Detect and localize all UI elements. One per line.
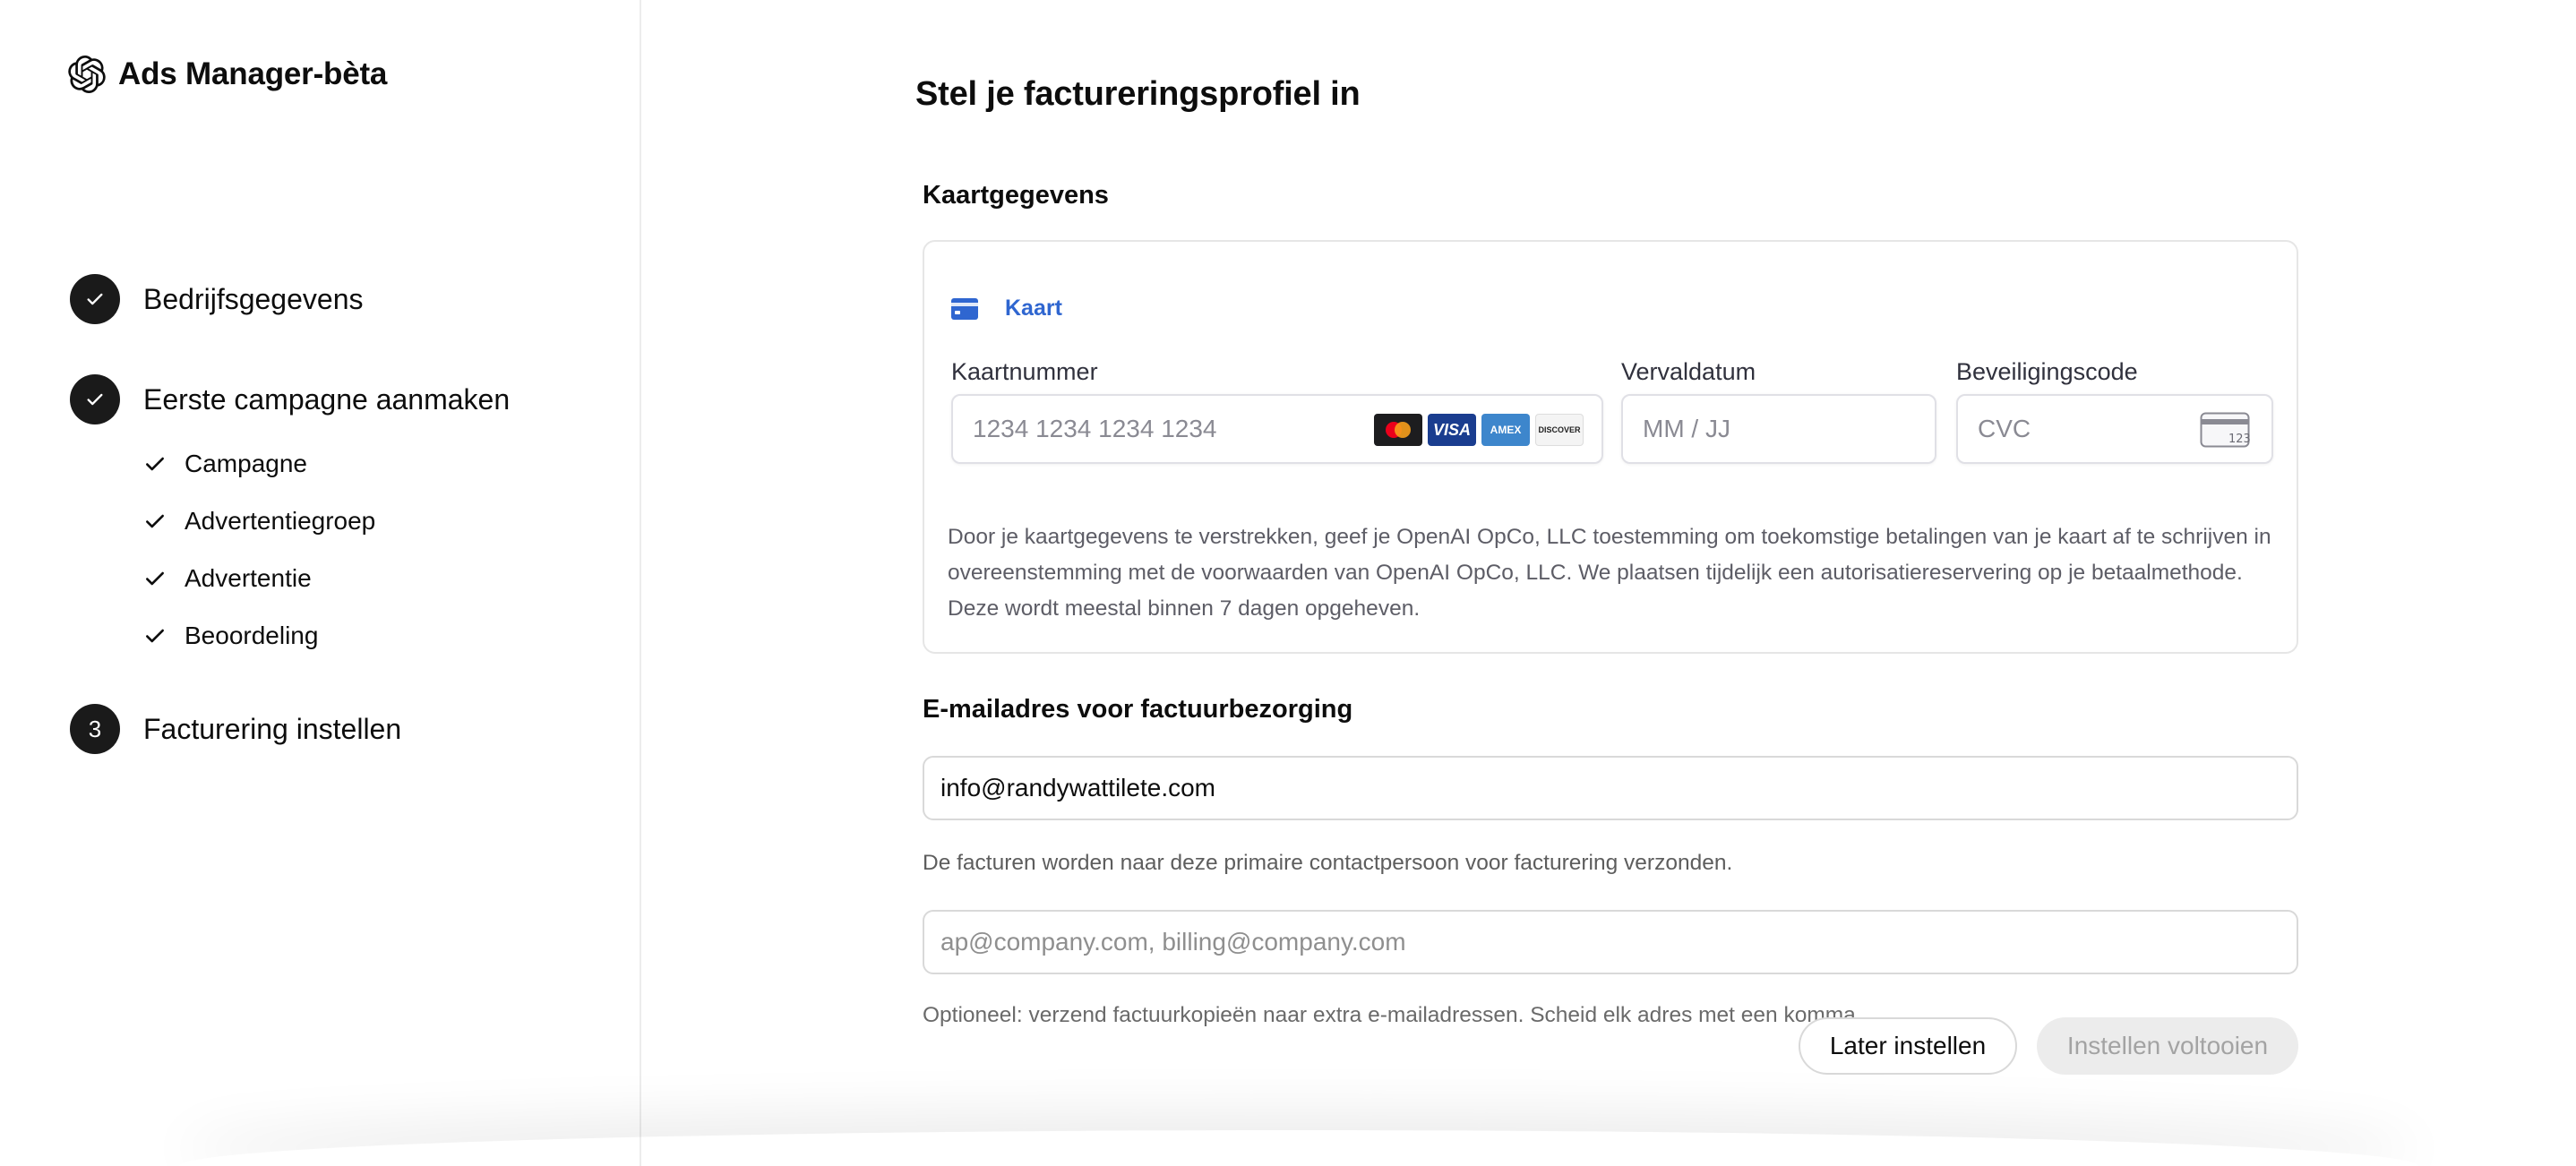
brand: Ads Manager-bèta	[68, 56, 387, 93]
openai-logo-icon	[68, 56, 106, 93]
step-complete-check-icon	[70, 374, 120, 424]
amex-icon: AMEX	[1481, 414, 1530, 446]
check-icon	[146, 629, 164, 643]
extra-emails-placeholder: ap@company.com, billing@company.com	[940, 928, 1406, 956]
step-complete-check-icon	[70, 274, 120, 324]
step-eerste-campagne[interactable]: Eerste campagne aanmaken	[70, 374, 510, 424]
discover-icon: DISCOVER	[1535, 414, 1584, 446]
check-icon	[146, 571, 164, 586]
substep-beoordeling[interactable]: Beoordeling	[143, 622, 318, 650]
step-bedrijfsgegevens[interactable]: Bedrijfsgegevens	[70, 274, 363, 324]
visa-icon: VISA	[1428, 414, 1476, 446]
billing-email-value: info@randywattilete.com	[940, 774, 1216, 802]
expiry-label: Vervaldatum	[1621, 358, 1756, 385]
credit-card-icon	[951, 297, 978, 320]
expiry-placeholder: MM / JJ	[1643, 415, 1730, 442]
billing-email-input[interactable]: info@randywattilete.com	[923, 756, 2298, 820]
cvc-card-icon: 123	[2200, 412, 2250, 448]
substep-advertentie[interactable]: Advertentie	[143, 564, 312, 593]
email-section-title: E-mailadres voor factuurbezorging	[923, 695, 1353, 724]
card-number-placeholder: 1234 1234 1234 1234	[973, 415, 1217, 442]
cvc-icon-text: 123	[2228, 433, 2250, 446]
expiry-input[interactable]: MM / JJ	[1621, 394, 1936, 464]
step-number: 3	[70, 704, 120, 754]
cvc-label: Beveiligingscode	[1956, 358, 2138, 385]
substep-label: Campagne	[185, 450, 307, 477]
later-button[interactable]: Later instellen	[1799, 1017, 2017, 1075]
check-icon	[146, 457, 164, 471]
substep-advertentiegroep[interactable]: Advertentiegroep	[143, 507, 375, 536]
substep-campagne[interactable]: Campagne	[143, 450, 307, 478]
step-facturering[interactable]: 3 Facturering instellen	[70, 704, 401, 754]
check-icon	[146, 514, 164, 528]
tab-card[interactable]: Kaart	[951, 296, 1062, 322]
extra-emails-helper: Optioneel: verzend factuurkopieën naar e…	[923, 1003, 1862, 1027]
app-title: Ads Manager-bèta	[118, 56, 388, 91]
billing-email-helper: De facturen worden naar deze primaire co…	[923, 851, 1733, 875]
finish-setup-button[interactable]: Instellen voltooien	[2037, 1017, 2298, 1075]
substep-label: Advertentiegroep	[185, 507, 376, 535]
main-content: Stel je factureringsprofiel in Kaartgege…	[643, 0, 2576, 1166]
card-brands: VISA AMEX DISCOVER	[1374, 414, 1584, 446]
card-consent-text: Door je kaartgegevens te verstrekken, ge…	[948, 525, 2271, 621]
step-label: Eerste campagne aanmaken	[143, 382, 511, 416]
cvc-placeholder: CVC	[1978, 415, 2031, 442]
cvc-input[interactable]: CVC 123	[1956, 394, 2273, 464]
step-label: Bedrijfsgegevens	[143, 282, 364, 315]
tab-card-label: Kaart	[1005, 296, 1062, 321]
substep-label: Advertentie	[185, 564, 312, 592]
substep-label: Beoordeling	[185, 622, 319, 649]
step-label: Facturering instellen	[143, 712, 402, 745]
card-number-label: Kaartnummer	[951, 358, 1098, 385]
card-section-title: Kaartgegevens	[923, 181, 1109, 210]
sidebar: Ads Manager-bèta Bedrijfsgegevens Eerste…	[0, 0, 641, 1166]
payment-element: Kaart Kaartnummer 1234 1234 1234 1234 VI…	[923, 240, 2298, 654]
mastercard-icon	[1374, 414, 1422, 446]
extra-emails-input[interactable]: ap@company.com, billing@company.com	[923, 910, 2298, 974]
card-number-input[interactable]: 1234 1234 1234 1234 VISA AMEX DISCOVER	[951, 394, 1603, 464]
page-title: Stel je factureringsprofiel in	[915, 75, 1361, 113]
